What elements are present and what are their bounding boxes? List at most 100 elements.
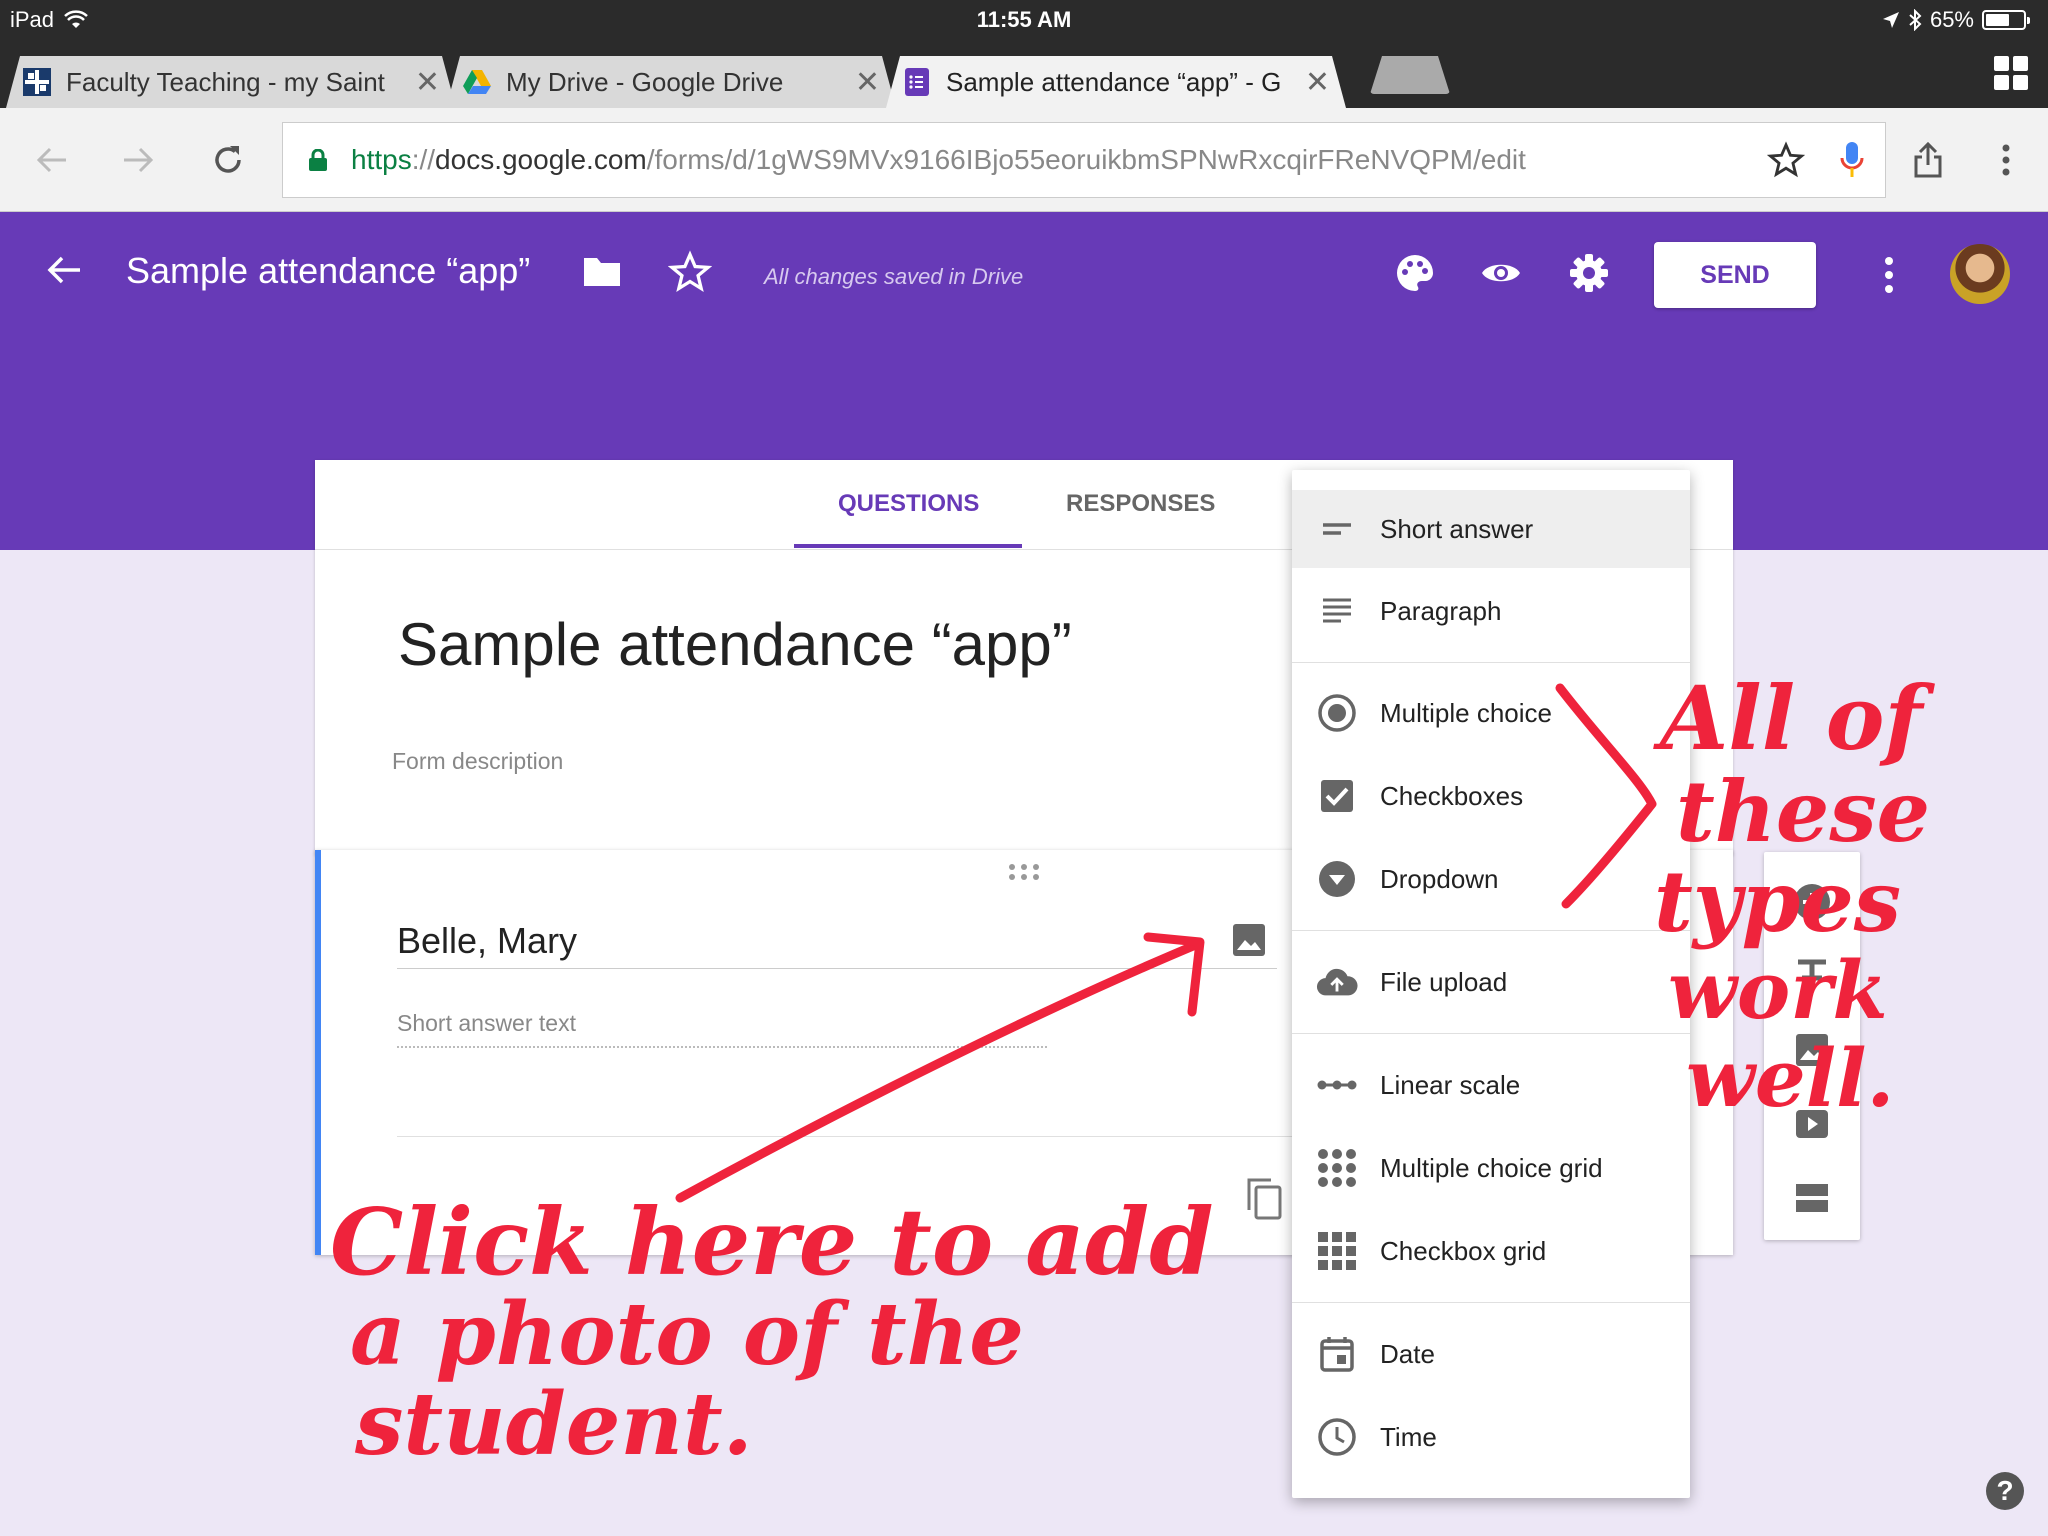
tab-questions[interactable]: QUESTIONS: [838, 490, 979, 518]
annotation-photo-line-3: student.: [355, 1374, 753, 1475]
google-forms-icon: [902, 67, 932, 97]
question-title-underline: [397, 968, 1277, 969]
browser-tab-strip: Faculty Teaching - my Saint ✕ My Drive -…: [0, 38, 2048, 108]
menu-item-mc-grid[interactable]: Multiple choice grid: [1292, 1129, 1690, 1207]
calendar-icon: [1316, 1333, 1358, 1375]
menu-item-short-answer[interactable]: Short answer: [1292, 490, 1690, 568]
microphone-icon[interactable]: [1839, 140, 1865, 180]
form-name[interactable]: Sample attendance “app”: [126, 250, 530, 292]
reload-icon[interactable]: [202, 134, 254, 186]
tab-switcher-icon[interactable]: [1994, 56, 2028, 90]
drag-handle-icon[interactable]: [1009, 864, 1039, 880]
star-icon[interactable]: [668, 250, 712, 294]
menu-divider: [1292, 930, 1690, 931]
menu-item-multiple-choice[interactable]: Multiple choice: [1292, 674, 1690, 752]
paragraph-icon: [1316, 590, 1358, 632]
clock-icon: [1316, 1416, 1358, 1458]
battery-icon: [1982, 10, 2030, 30]
new-tab-button[interactable]: [1370, 56, 1450, 94]
menu-item-time[interactable]: Time: [1292, 1398, 1690, 1476]
menu-item-label: Checkbox grid: [1380, 1235, 1547, 1266]
browser-tab-faculty[interactable]: Faculty Teaching - my Saint ✕: [6, 56, 456, 108]
menu-item-label: File upload: [1380, 966, 1508, 997]
add-video-icon[interactable]: [1792, 1104, 1832, 1144]
question-title-input[interactable]: Belle, Mary: [397, 920, 577, 962]
dropdown-icon: [1316, 858, 1358, 900]
menu-divider: [1292, 1033, 1690, 1034]
help-icon[interactable]: ?: [1986, 1472, 2024, 1510]
active-tab-indicator: [794, 544, 1022, 548]
add-question-icon[interactable]: [1792, 882, 1832, 922]
forward-arrow-icon[interactable]: [112, 134, 164, 186]
menu-item-paragraph[interactable]: Paragraph: [1292, 572, 1690, 650]
duplicate-icon[interactable]: [1243, 1176, 1285, 1222]
folder-icon[interactable]: [582, 254, 622, 288]
question-side-toolbar: [1764, 852, 1860, 1240]
browser-tab-drive[interactable]: My Drive - Google Drive ✕: [446, 56, 896, 108]
battery-percent: 65%: [1929, 7, 1974, 32]
mc-grid-icon: [1316, 1147, 1358, 1189]
saint-favicon-icon: [22, 67, 52, 97]
preview-eye-icon[interactable]: [1480, 252, 1522, 294]
back-arrow-icon[interactable]: [44, 250, 84, 290]
send-button[interactable]: SEND: [1654, 242, 1816, 308]
settings-gear-icon[interactable]: [1568, 252, 1610, 294]
share-icon[interactable]: [1902, 134, 1954, 186]
tab-close-icon[interactable]: ✕: [1305, 65, 1330, 100]
menu-item-label: Time: [1380, 1421, 1437, 1452]
linear-scale-icon: [1316, 1064, 1358, 1106]
address-bar[interactable]: https://docs.google.com/forms/d/1gWS9MVx…: [282, 122, 1886, 198]
menu-divider: [1292, 662, 1690, 663]
menu-item-checkbox-grid[interactable]: Checkbox grid: [1292, 1212, 1690, 1290]
add-image-icon[interactable]: [1792, 1030, 1832, 1070]
cloud-upload-icon: [1316, 961, 1358, 1003]
menu-item-label: Short answer: [1380, 513, 1534, 544]
form-title[interactable]: Sample attendance “app”: [398, 610, 1072, 679]
more-options-icon[interactable]: [1872, 248, 1906, 302]
checkbox-grid-icon: [1316, 1230, 1358, 1272]
avatar[interactable]: [1950, 244, 2010, 304]
menu-item-checkboxes[interactable]: Checkboxes: [1292, 757, 1690, 835]
tab-responses[interactable]: RESPONSES: [1066, 490, 1215, 518]
browser-tab-forms[interactable]: Sample attendance “app” - G ✕: [886, 56, 1346, 108]
bluetooth-icon: [1909, 9, 1922, 31]
menu-item-label: Checkboxes: [1380, 780, 1524, 811]
save-status: All changes saved in Drive: [764, 264, 1024, 289]
menu-item-linear-scale[interactable]: Linear scale: [1292, 1046, 1690, 1124]
browser-menu-icon[interactable]: [1980, 134, 2032, 186]
menu-item-dropdown[interactable]: Dropdown: [1292, 840, 1690, 918]
question-footer-divider: [397, 1136, 1397, 1137]
menu-item-label: Date: [1380, 1338, 1435, 1369]
menu-item-label: Multiple choice grid: [1380, 1152, 1603, 1183]
url-text: https://docs.google.com/forms/d/1gWS9MVx…: [351, 144, 1526, 175]
menu-divider: [1292, 1302, 1690, 1303]
browser-toolbar: https://docs.google.com/forms/d/1gWS9MVx…: [0, 108, 2048, 212]
question-type-menu: Short answer Paragraph Multiple choice C…: [1292, 470, 1690, 1498]
menu-item-label: Linear scale: [1380, 1069, 1521, 1100]
menu-item-label: Dropdown: [1380, 863, 1499, 894]
google-drive-icon: [462, 67, 492, 97]
tab-close-icon[interactable]: ✕: [415, 65, 440, 100]
checkbox-icon: [1316, 775, 1358, 817]
add-section-icon[interactable]: [1792, 1178, 1832, 1218]
location-arrow-icon: [1882, 12, 1899, 28]
palette-icon[interactable]: [1394, 252, 1436, 294]
answer-underline: [397, 1046, 1047, 1048]
back-arrow-icon[interactable]: [26, 134, 78, 186]
short-answer-icon: [1316, 508, 1358, 550]
add-image-icon[interactable]: [1231, 922, 1267, 958]
add-title-icon[interactable]: [1792, 956, 1832, 996]
lock-icon: [309, 149, 327, 171]
form-description-field[interactable]: Form description: [392, 748, 563, 775]
status-time: 11:55 AM: [976, 7, 1072, 32]
tab-title: Faculty Teaching - my Saint: [66, 66, 385, 97]
tab-title: Sample attendance “app” - G: [946, 66, 1282, 97]
annotation-photo-line-2: a photo of the: [350, 1284, 1024, 1385]
menu-item-date[interactable]: Date: [1292, 1315, 1690, 1393]
menu-item-file-upload[interactable]: File upload: [1292, 943, 1690, 1021]
bookmark-star-icon[interactable]: [1767, 141, 1805, 179]
tab-title: My Drive - Google Drive: [506, 66, 784, 97]
short-answer-placeholder: Short answer text: [397, 1010, 576, 1036]
radio-icon: [1316, 692, 1358, 734]
tab-close-icon[interactable]: ✕: [855, 65, 880, 100]
